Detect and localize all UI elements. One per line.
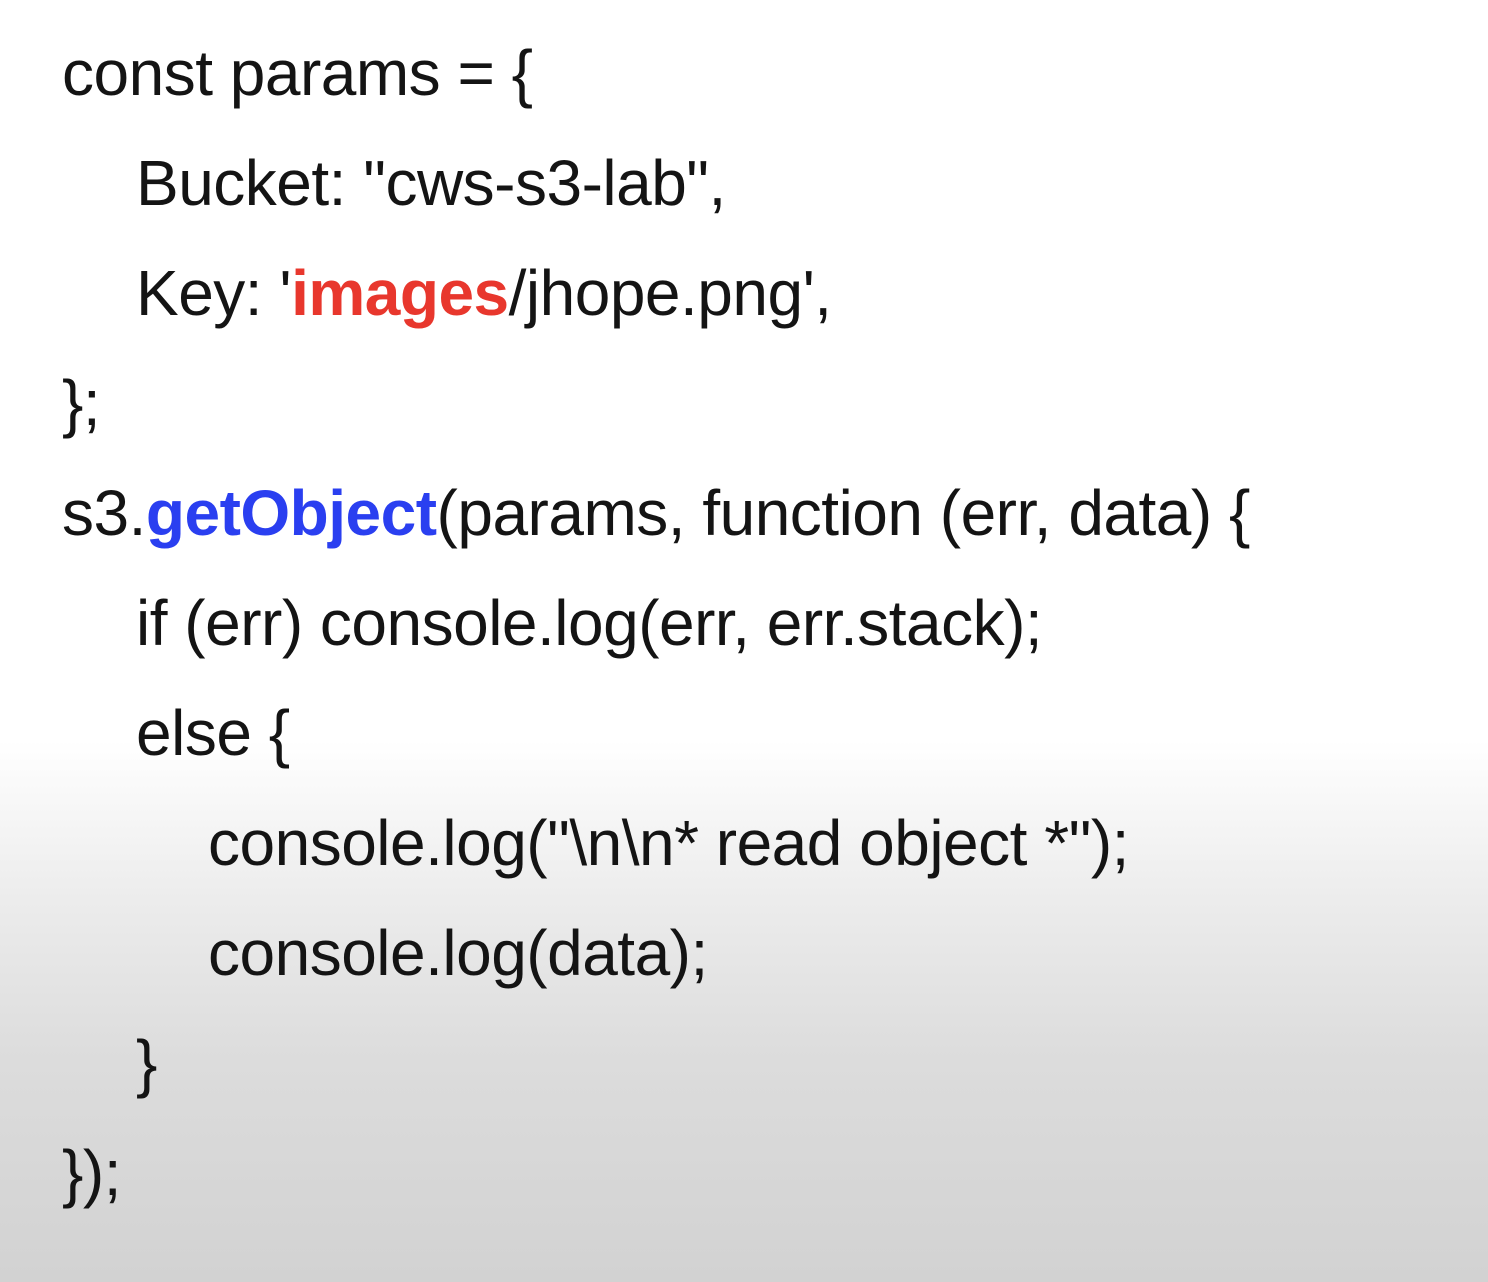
- code-line-2: Bucket: "cws-s3-lab",: [62, 128, 1250, 238]
- code-line-6: if (err) console.log(err, err.stack);: [62, 568, 1250, 678]
- code-text: if (err) console.log(err, err.stack);: [136, 587, 1043, 659]
- code-text: }: [136, 1027, 157, 1099]
- code-line-1: const params = {: [62, 18, 1250, 128]
- code-line-5: s3.getObject(params, function (err, data…: [62, 458, 1250, 568]
- code-text-prefix: s3.: [62, 477, 146, 549]
- code-text-prefix: Key: ': [136, 257, 292, 329]
- code-text: Bucket: "cws-s3-lab",: [136, 147, 726, 219]
- code-text: else {: [136, 697, 290, 769]
- code-text-suffix: (params, function (err, data) {: [436, 477, 1251, 549]
- code-line-4: };: [62, 348, 1250, 458]
- highlighted-method-name: getObject: [145, 477, 437, 549]
- code-text: console.log("\n\n* read object *");: [208, 807, 1129, 879]
- code-line-7: else {: [62, 678, 1250, 788]
- code-text-suffix: /jhope.png',: [508, 257, 832, 329]
- code-line-10: }: [62, 1008, 1250, 1118]
- code-text: const params = {: [62, 37, 533, 109]
- code-text: });: [62, 1137, 121, 1209]
- code-slide: const params = { Bucket: "cws-s3-lab", K…: [0, 0, 1488, 1282]
- code-line-8: console.log("\n\n* read object *");: [62, 788, 1250, 898]
- code-text: };: [62, 367, 101, 439]
- code-text: console.log(data);: [208, 917, 708, 989]
- code-line-3: Key: 'images/jhope.png',: [62, 238, 1250, 348]
- code-block: const params = { Bucket: "cws-s3-lab", K…: [62, 18, 1250, 1228]
- code-line-9: console.log(data);: [62, 898, 1250, 1008]
- code-line-11: });: [62, 1118, 1250, 1228]
- highlighted-folder-name: images: [291, 257, 509, 329]
